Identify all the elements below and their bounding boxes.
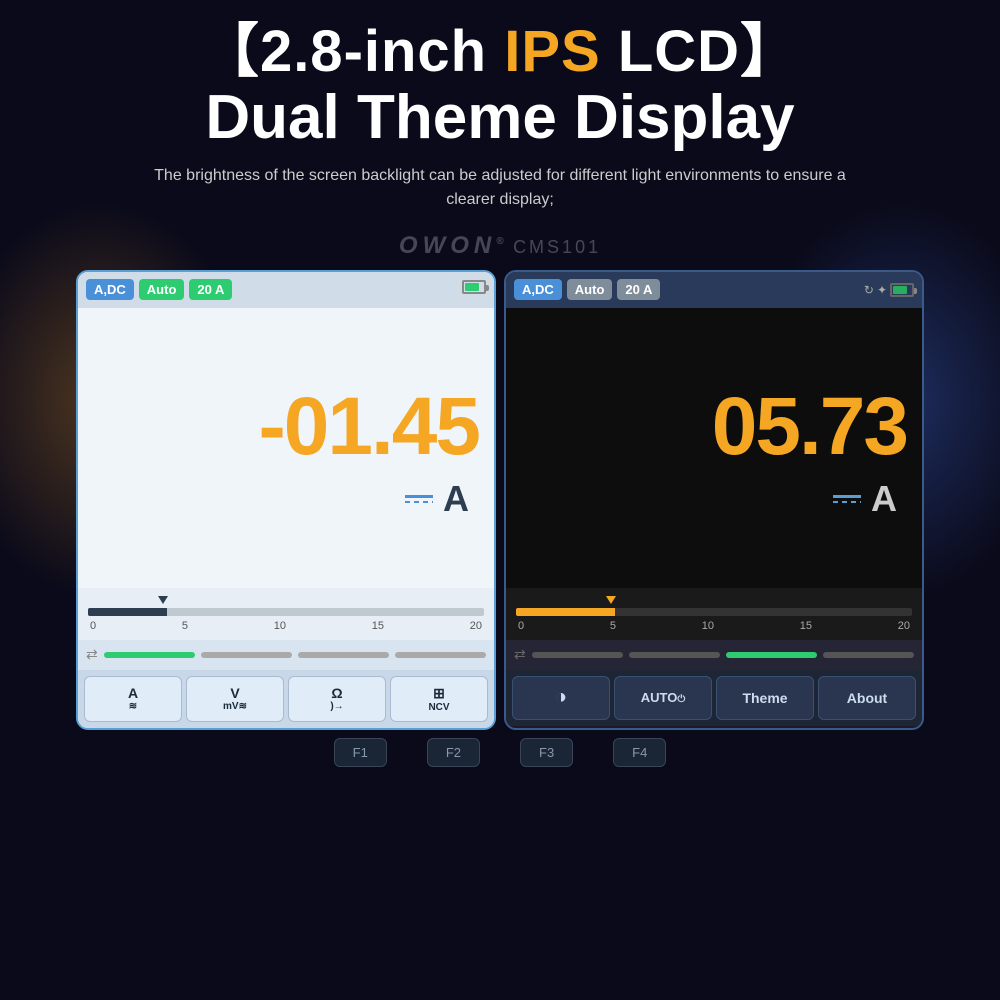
header: 【2.8-inch IPS LCD】 Dual Theme Display Th… — [0, 0, 1000, 212]
dark-indicator-bar: ⇄ — [506, 640, 922, 670]
light-scale-bg — [88, 608, 484, 616]
dark-func-btn-about[interactable]: About — [818, 676, 916, 720]
dark-badge-auto: Auto — [567, 279, 613, 300]
title-line2: Dual Theme Display — [0, 84, 1000, 152]
dark-func-btn-brightness[interactable]: ◑ — [512, 676, 610, 720]
light-seg2 — [201, 652, 292, 658]
owon-model: CMS101 — [513, 237, 601, 257]
f3-button[interactable]: F3 — [520, 738, 573, 767]
sync-icon: ↻ — [864, 283, 874, 297]
f1-button[interactable]: F1 — [334, 738, 387, 767]
dark-func-buttons: ◑ AUTO⏻ Theme About — [506, 670, 922, 726]
light-func-buttons: A ≋ V mV≋ Ω )→ ⊞ NCV — [78, 670, 494, 728]
dark-display: A,DC Auto 20 A ↻ ✦ 05.73 A — [504, 270, 924, 730]
light-badge-20a: 20 A — [189, 279, 232, 300]
dark-reading-area: 05.73 A — [506, 308, 922, 588]
dark-seg3 — [726, 652, 817, 658]
dark-main-reading: 05.73 — [521, 386, 907, 468]
light-scale-track — [88, 596, 484, 616]
light-badge-adc: A,DC — [86, 279, 134, 300]
light-scale-fill — [88, 608, 167, 616]
dark-status-bar: A,DC Auto 20 A ↻ ✦ — [506, 272, 922, 308]
light-unit-row: A — [93, 478, 479, 520]
light-status-bar: A,DC Auto 20 A — [78, 272, 494, 308]
light-reading-area: -01.45 A — [78, 308, 494, 588]
f4-button[interactable]: F4 — [613, 738, 666, 767]
dark-scale-ticks: 0 5 10 15 20 — [516, 620, 912, 632]
dark-seg2 — [629, 652, 720, 658]
brightness-icon: ◑ — [555, 686, 567, 709]
dark-scale-track — [516, 596, 912, 616]
owon-logo-area: OWON® CMS101 — [0, 232, 1000, 260]
displays-container: A,DC Auto 20 A -01.45 A — [0, 270, 1000, 730]
dark-seg1 — [532, 652, 623, 658]
dark-scale-marker — [606, 596, 616, 604]
light-func-btn-ncv[interactable]: ⊞ NCV — [390, 676, 488, 722]
light-main-reading: -01.45 — [93, 386, 479, 468]
dark-dc-dashed-line — [833, 501, 861, 503]
light-dc-symbol — [405, 495, 433, 503]
power-icon: ⏻ — [677, 694, 685, 705]
owon-brand: OWON® — [399, 232, 509, 259]
bracket-open: 【 — [201, 19, 260, 84]
registered-icon: ® — [496, 236, 508, 247]
dark-dc-symbol — [833, 495, 861, 503]
dark-badge-adc: A,DC — [514, 279, 562, 300]
light-unit-label: A — [443, 478, 469, 520]
dark-seg4 — [823, 652, 914, 658]
light-func-btn-v[interactable]: V mV≋ — [186, 676, 284, 722]
light-scale-ticks: 0 5 10 15 20 — [88, 620, 484, 632]
light-func-btn-ohm[interactable]: Ω )→ — [288, 676, 386, 722]
light-display: A,DC Auto 20 A -01.45 A — [76, 270, 496, 730]
dark-icons-right: ↻ ✦ — [864, 283, 914, 297]
f-buttons-row: F1 F2 F3 F4 — [0, 730, 1000, 775]
subtitle: The brightness of the screen backlight c… — [150, 164, 850, 212]
f2-button[interactable]: F2 — [427, 738, 480, 767]
ips-text: IPS — [504, 19, 601, 84]
dark-scale-area: 0 5 10 15 20 — [506, 588, 922, 640]
dark-unit-label: A — [871, 478, 897, 520]
dark-badge-20a: 20 A — [617, 279, 660, 300]
light-battery-icon — [462, 280, 486, 299]
light-scale-area: 0 5 10 15 20 — [78, 588, 494, 640]
light-indicator-bar: ⇄ — [78, 640, 494, 670]
bracket-close: 】 — [740, 19, 799, 84]
light-func-btn-a[interactable]: A ≋ — [84, 676, 182, 722]
light-arrows-icon: ⇄ — [86, 646, 98, 663]
bluetooth-icon: ✦ — [877, 283, 887, 297]
dark-arrows-icon: ⇄ — [514, 646, 526, 663]
dark-func-btn-auto[interactable]: AUTO⏻ — [614, 676, 712, 720]
light-badge-auto: Auto — [139, 279, 185, 300]
dc-solid-line — [405, 495, 433, 498]
light-scale-marker — [158, 596, 168, 604]
light-seg1 — [104, 652, 195, 658]
dc-dashed-line — [405, 501, 433, 503]
light-seg3 — [298, 652, 389, 658]
title-line1: 【2.8-inch IPS LCD】 — [0, 20, 1000, 84]
dark-scale-fill — [516, 608, 615, 616]
dark-func-btn-theme[interactable]: Theme — [716, 676, 814, 720]
dark-scale-bg — [516, 608, 912, 616]
dark-dc-solid-line — [833, 495, 861, 498]
light-seg4 — [395, 652, 486, 658]
dark-unit-row: A — [521, 478, 907, 520]
